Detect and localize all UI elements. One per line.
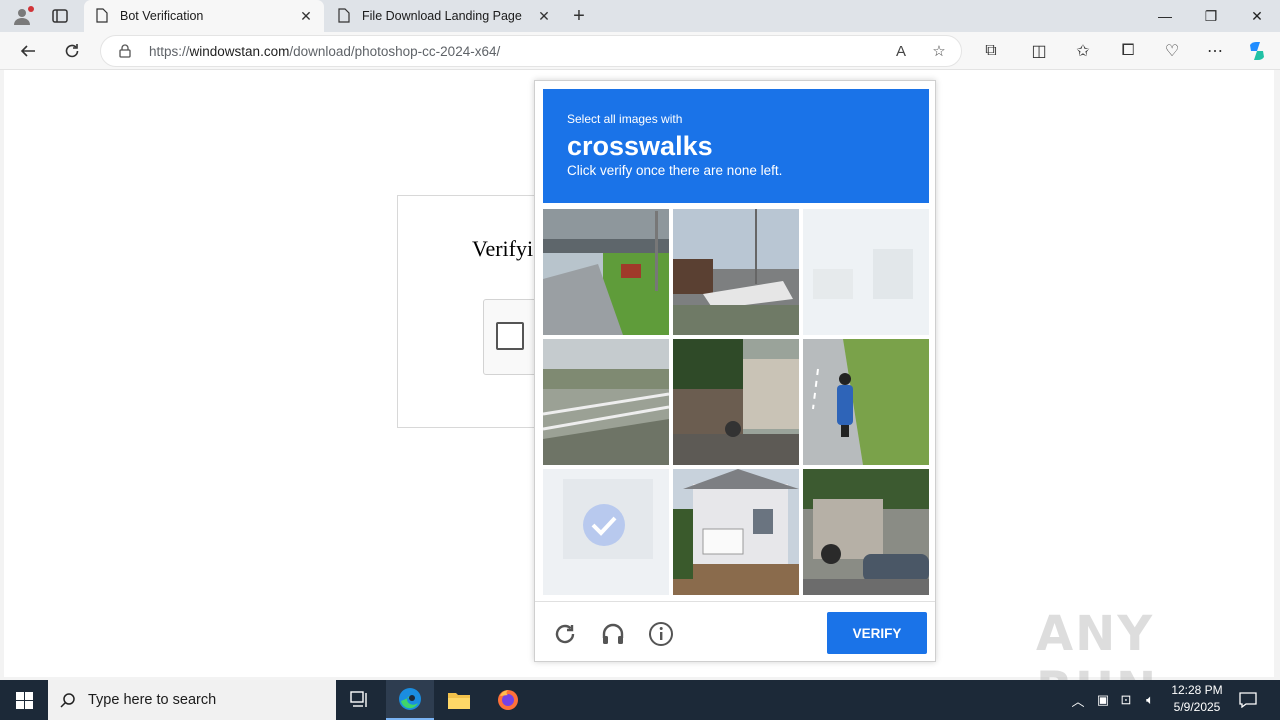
search-icon bbox=[60, 692, 80, 708]
close-window-button[interactable]: ✕ bbox=[1234, 0, 1280, 32]
challenge-footer: VERIFY bbox=[535, 601, 935, 662]
volume-icon[interactable]: 🔈︎ bbox=[1140, 680, 1160, 720]
tab-label: Bot Verification bbox=[120, 9, 204, 23]
file-explorer-icon[interactable] bbox=[435, 680, 483, 720]
tab-file-download[interactable]: File Download Landing Page ✕ bbox=[326, 0, 562, 32]
tab-actions-icon[interactable] bbox=[48, 6, 72, 26]
tab-bot-verification[interactable]: Bot Verification ✕ bbox=[84, 0, 324, 32]
navigation-bar: https://windowstan.com/download/photosho… bbox=[0, 32, 1280, 70]
info-icon[interactable] bbox=[647, 620, 675, 648]
lock-icon[interactable] bbox=[119, 44, 133, 58]
tile-boats-dock[interactable] bbox=[673, 209, 799, 335]
windows-start-icon[interactable] bbox=[0, 680, 48, 720]
copilot-icon[interactable] bbox=[1242, 37, 1272, 65]
instruction-subtext: Click verify once there are none left. bbox=[567, 163, 783, 178]
tab-label: File Download Landing Page bbox=[362, 9, 522, 23]
audio-challenge-icon[interactable] bbox=[599, 620, 627, 648]
system-clock[interactable]: 12:28 PM 5/9/2025 bbox=[1164, 682, 1230, 718]
tile-house-balcony[interactable] bbox=[673, 469, 799, 595]
restore-button[interactable]: ❐ bbox=[1188, 0, 1234, 32]
network-icon[interactable]: ⊡ bbox=[1116, 680, 1136, 720]
tray-chevron-icon[interactable]: ︿ bbox=[1068, 680, 1088, 720]
tile-scooter-car[interactable] bbox=[803, 469, 929, 595]
read-aloud-icon[interactable]: A bbox=[889, 39, 913, 63]
tile-motorcycle-road[interactable] bbox=[803, 339, 929, 465]
edge-browser-icon[interactable] bbox=[386, 680, 434, 720]
back-button[interactable] bbox=[13, 37, 43, 65]
instruction-text: Select all images with bbox=[567, 112, 683, 126]
close-tab-icon[interactable]: ✕ bbox=[536, 8, 552, 24]
page-icon bbox=[96, 8, 110, 24]
search-placeholder: Type here to search bbox=[88, 692, 217, 708]
target-word: crosswalks bbox=[567, 131, 713, 161]
profile-icon[interactable] bbox=[8, 4, 36, 28]
new-tab-button[interactable]: + bbox=[568, 5, 590, 27]
refresh-button[interactable] bbox=[57, 37, 87, 65]
image-grid bbox=[543, 209, 929, 595]
clock-time: 12:28 PM bbox=[1171, 683, 1223, 697]
extensions-icon[interactable]: ⧉ bbox=[976, 37, 1006, 65]
firefox-icon[interactable] bbox=[484, 680, 532, 720]
url-text: https://windowstan.com/download/photosho… bbox=[149, 43, 501, 59]
collections-icon[interactable]: ⧠ bbox=[1113, 37, 1143, 65]
favorites-icon[interactable]: ✩ bbox=[1068, 37, 1098, 65]
verification-heading: Verifyi bbox=[472, 236, 534, 261]
recaptcha-checkbox[interactable] bbox=[496, 322, 524, 350]
browser-titlebar: Bot Verification ✕ File Download Landing… bbox=[0, 0, 1280, 32]
taskbar: Type here to search ︿ ▣ ⊡ 🔈︎ 12:28 PM 5/… bbox=[0, 680, 1280, 720]
task-view-icon[interactable] bbox=[336, 680, 384, 720]
close-tab-icon[interactable]: ✕ bbox=[298, 8, 314, 24]
tile-bridge-railing[interactable] bbox=[543, 339, 669, 465]
reload-icon[interactable] bbox=[551, 620, 579, 648]
challenge-header: Select all images with crosswalks Click … bbox=[543, 89, 929, 203]
page-icon bbox=[338, 8, 352, 24]
favorite-star-icon[interactable]: ☆ bbox=[927, 39, 951, 63]
notifications-icon[interactable] bbox=[1234, 680, 1262, 720]
minimize-button[interactable]: — bbox=[1142, 0, 1188, 32]
more-menu-icon[interactable]: ⋯ bbox=[1200, 37, 1230, 65]
split-screen-icon[interactable]: ◫ bbox=[1024, 37, 1054, 65]
tile-selected[interactable] bbox=[543, 469, 669, 595]
network-device-icon[interactable]: ▣ bbox=[1094, 680, 1112, 720]
address-bar[interactable]: https://windowstan.com/download/photosho… bbox=[100, 35, 962, 67]
tile-faded[interactable] bbox=[803, 209, 929, 335]
tile-overpass-road[interactable] bbox=[543, 209, 669, 335]
taskbar-search[interactable]: Type here to search bbox=[48, 680, 336, 720]
tile-street-houses[interactable] bbox=[673, 339, 799, 465]
clock-date: 5/9/2025 bbox=[1173, 700, 1221, 714]
browser-essentials-icon[interactable]: ♡ bbox=[1157, 37, 1187, 65]
captcha-challenge: Select all images with crosswalks Click … bbox=[534, 80, 936, 662]
verify-button[interactable]: VERIFY bbox=[827, 612, 927, 654]
